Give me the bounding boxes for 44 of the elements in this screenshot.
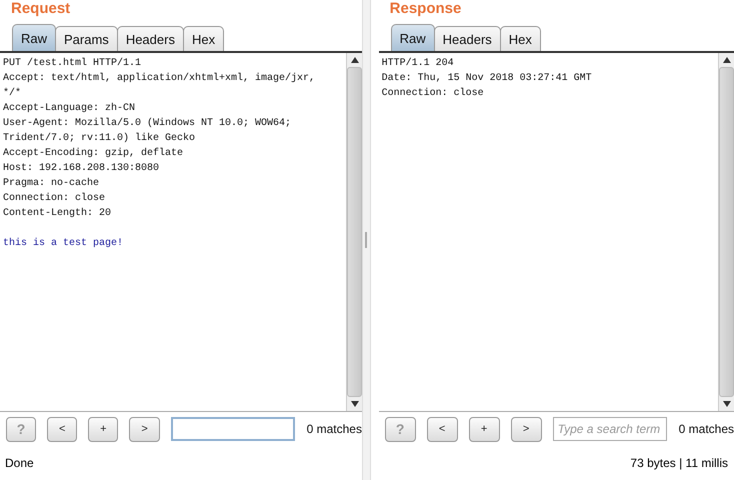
header-line: Connection: close <box>3 192 106 206</box>
body-line: this is a test page! <box>3 236 124 251</box>
match-count: 0 matches <box>678 422 734 436</box>
toolbar-button[interactable]: + <box>88 416 118 442</box>
tab[interactable]: Raw <box>12 24 56 51</box>
toolbar-button[interactable]: < <box>47 416 78 442</box>
header-line: Accept: text/html, application/xhtml+xml, image/jxr, <box>3 72 316 86</box>
scroll-down-icon[interactable] <box>350 401 358 407</box>
pane-title: Response <box>388 0 462 19</box>
status-text: 73 bytes | 11 millis <box>630 456 728 470</box>
status-text: Done <box>5 456 34 470</box>
toolbar-button[interactable]: < <box>426 416 458 442</box>
pane-title: Request <box>10 0 72 19</box>
message-editor[interactable]: HTTP/1.1 204 Date: Thu, 15 Nov 2018 03:27:41 GMT Connection: close <box>378 53 734 412</box>
header-line: Pragma: no-cache <box>3 176 100 191</box>
toolbar-button[interactable]: + <box>468 416 500 442</box>
message-editor[interactable] <box>0 53 362 412</box>
search-field[interactable] <box>170 417 295 441</box>
scroll-down-icon[interactable] <box>722 401 730 407</box>
match-count: 0 matches <box>306 422 362 436</box>
header-line: Accept-Language: zh-CN <box>3 102 136 116</box>
tab[interactable]: Raw <box>390 24 435 51</box>
header-line: Connection: close <box>382 86 485 101</box>
header-line: HTTP/1.1 204 <box>382 56 455 71</box>
scrollbar[interactable] <box>346 53 362 411</box>
header-line: Host: 192.168.208.130:8080 <box>3 162 160 176</box>
header-line: Trident/7.0; rv:11.0) like Gecko <box>3 132 196 146</box>
tab[interactable]: Hex <box>500 26 541 51</box>
search-field[interactable]: Type a search term <box>552 417 667 441</box>
tab[interactable]: Params <box>55 26 118 51</box>
header-line: Date: Thu, 15 Nov 2018 03:27:41 GMT <box>382 72 593 86</box>
toolbar-button[interactable]: > <box>129 416 160 442</box>
toolbar-button[interactable]: > <box>510 416 542 442</box>
header-line: User-Agent: Mozilla/5.0 (Windows NT 10.0; WOW64; <box>3 116 292 131</box>
scrollbar[interactable] <box>718 53 734 411</box>
header-line: */* <box>3 86 22 101</box>
tab[interactable]: Headers <box>116 26 184 51</box>
scroll-up-icon[interactable] <box>722 57 730 63</box>
scroll-up-icon[interactable] <box>350 57 358 63</box>
tab[interactable]: Hex <box>182 26 224 51</box>
header-line: PUT /test.html HTTP/1.1 <box>3 56 142 71</box>
tab[interactable]: Headers <box>434 26 501 51</box>
header-line: Accept-Encoding: gzip, deflate <box>3 146 184 161</box>
header-line: Content-Length: 20 <box>3 206 112 221</box>
